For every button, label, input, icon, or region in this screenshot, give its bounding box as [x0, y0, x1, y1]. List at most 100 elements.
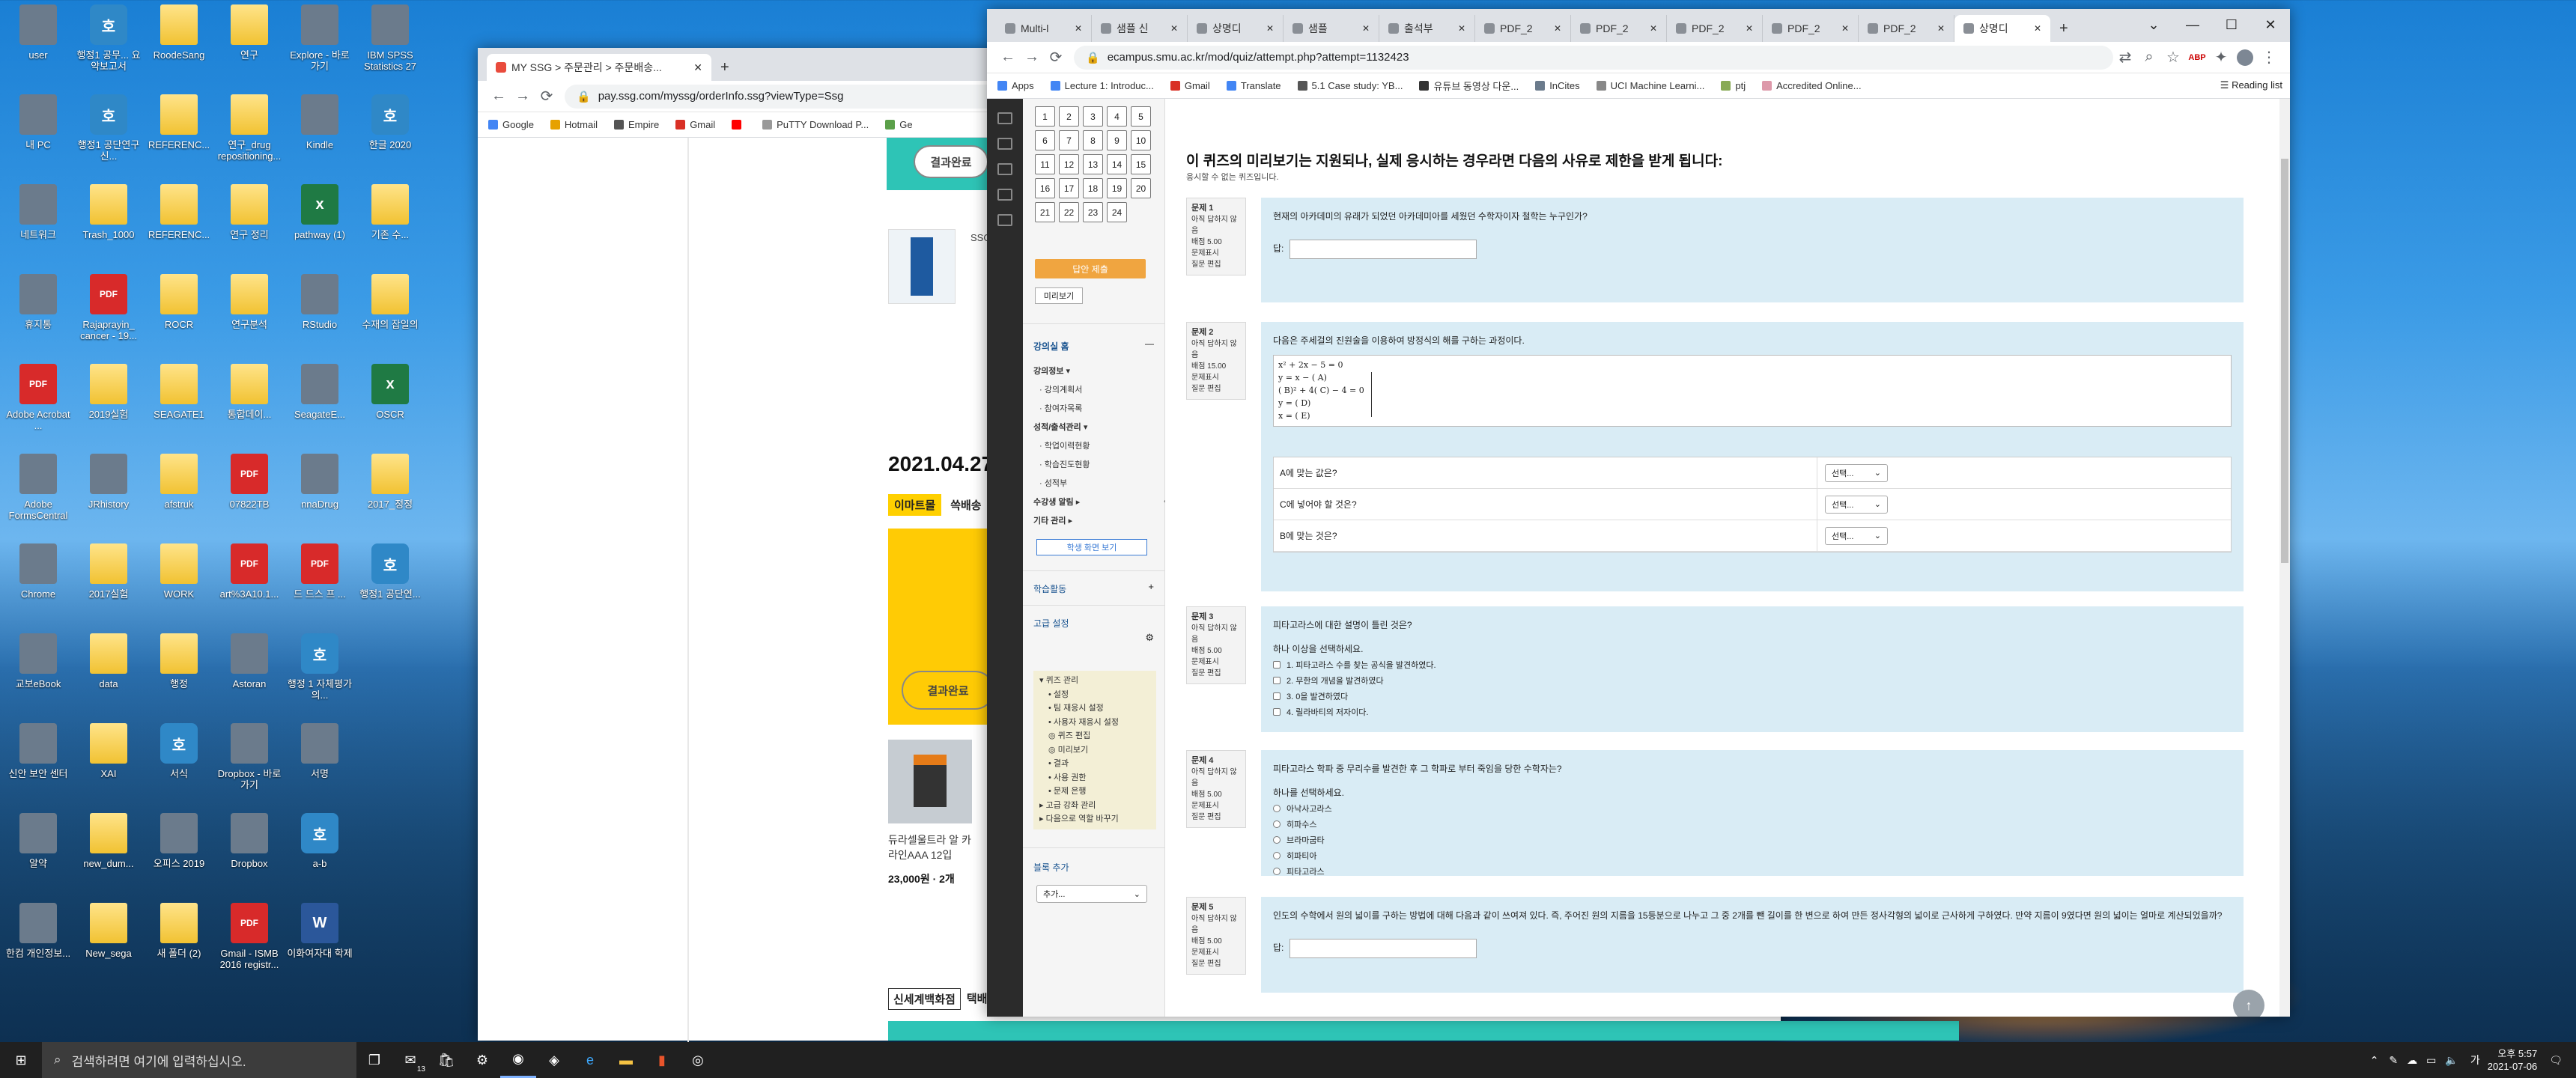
course-menu-item[interactable]: · 참여자목록	[1033, 400, 1090, 418]
desktop-icon[interactable]: new_dum...	[73, 813, 144, 897]
desktop-icon[interactable]: x OSCR	[355, 364, 425, 448]
taskbar-search[interactable]: ⌕ 검색하려면 여기에 입력하십시오.	[42, 1042, 356, 1078]
desktop-icon[interactable]: 교보eBook	[3, 633, 73, 717]
bookmark-item[interactable]: Apps	[997, 80, 1034, 91]
option-row[interactable]: 2. 무한의 개념을 발견하였다	[1273, 674, 2232, 686]
question-meta[interactable]: 질문 편집	[1191, 259, 1241, 270]
collapse-icon[interactable]: —	[1145, 338, 1154, 349]
desktop-icon[interactable]: 알약	[3, 813, 73, 897]
scroll-top-icon[interactable]: ↑	[2233, 990, 2264, 1017]
quiz-admin-item[interactable]: • 결과	[1039, 757, 1150, 771]
chrome-icon[interactable]: ◉	[500, 1042, 536, 1078]
zoom-icon[interactable]: ⌕	[2137, 46, 2161, 70]
close-icon[interactable]: ✕	[1841, 23, 1849, 34]
desktop-icon[interactable]: 호 행정 1 자체평가의...	[285, 633, 355, 717]
desktop-icon[interactable]: 새 폴더 (2)	[144, 903, 214, 987]
quiz-nav-button[interactable]: 14	[1107, 154, 1127, 174]
quiz-admin-item[interactable]: • 문제 은행	[1039, 785, 1150, 799]
desktop-icon[interactable]: REFERENC...	[144, 184, 214, 268]
quiz-admin-item[interactable]: ◎ 퀴즈 편집	[1039, 729, 1150, 743]
desktop-icon[interactable]: JRhistory	[73, 454, 144, 538]
office-icon[interactable]: ▮	[644, 1042, 680, 1078]
desktop-icon[interactable]: 연구분석	[214, 274, 285, 358]
quiz-admin-item[interactable]: • 사용 권한	[1039, 771, 1150, 785]
scrollbar[interactable]	[2279, 99, 2290, 1017]
book-icon[interactable]	[997, 214, 1012, 226]
browser-tab[interactable]: 출석부 ✕	[1379, 15, 1475, 42]
ssg-tab[interactable]: MY SSG > 주문관리 > 주문배송... ✕	[487, 54, 711, 81]
gear-icon[interactable]: ⚙	[1145, 632, 1154, 644]
question-meta[interactable]: 질문 편집	[1191, 811, 1241, 823]
message-icon[interactable]	[997, 189, 1012, 201]
radio-button[interactable]	[1273, 805, 1281, 812]
bookmark-item[interactable]: 5.1 Case study: YB...	[1297, 80, 1403, 91]
quiz-nav-button[interactable]: 15	[1131, 154, 1151, 174]
desktop-icon[interactable]: Chrome	[3, 543, 73, 627]
tray-cloud-icon[interactable]: ☁	[2407, 1054, 2417, 1067]
option-row[interactable]: 아낙사고라스	[1273, 803, 2232, 814]
close-icon[interactable]: ✕	[1746, 23, 1753, 34]
quiz-admin-item[interactable]: ▸ 고급 강좌 관리	[1039, 799, 1150, 813]
close-icon[interactable]: ✕	[693, 61, 702, 74]
bookmark-youtube[interactable]	[732, 120, 746, 130]
student-view-button[interactable]: 학생 화면 보기	[1036, 539, 1147, 555]
quiz-nav-button[interactable]: 24	[1107, 202, 1127, 222]
quiz-nav-button[interactable]: 18	[1083, 178, 1103, 198]
quiz-nav-button[interactable]: 10	[1131, 130, 1151, 150]
option-row[interactable]: 4. 릴라바티의 저자이다.	[1273, 706, 2232, 718]
minimize-icon[interactable]: —	[2173, 13, 2212, 36]
course-menu-item[interactable]: 기타 관리 ▸	[1033, 512, 1090, 531]
tray-pen-icon[interactable]: ✎	[2389, 1054, 2398, 1067]
store-icon[interactable]: 🛍	[428, 1042, 464, 1078]
ssg-result-button-mid[interactable]: 결과완료	[902, 671, 994, 710]
desktop-icon[interactable]: 호 행정1 공단연구 신...	[73, 94, 144, 178]
desktop-icon[interactable]: PDF Gmail - ISMB 2016 registr...	[214, 903, 285, 987]
desktop-icon[interactable]: New_sega	[73, 903, 144, 987]
quiz-nav-button[interactable]: 1	[1035, 106, 1055, 127]
mail-icon[interactable]: ✉ 13	[392, 1042, 428, 1078]
desktop-icon[interactable]: nnaDrug	[285, 454, 355, 538]
desktop-icon[interactable]: Explore - 바로 가기	[285, 4, 355, 88]
close-icon[interactable]: ✕	[1458, 23, 1465, 34]
option-row[interactable]: 히파수스	[1273, 818, 2232, 830]
option-row[interactable]: 1. 피타고라스 수를 찾는 공식을 발견하였다.	[1273, 659, 2232, 671]
browser-tab[interactable]: 상명디 ✕	[1188, 15, 1284, 42]
checkbox[interactable]	[1273, 692, 1281, 700]
option-row[interactable]: 히파티아	[1273, 850, 2232, 862]
network-icon[interactable]: ▭	[2426, 1054, 2436, 1067]
quiz-nav-button[interactable]: 9	[1107, 130, 1127, 150]
browser-tab[interactable]: 상명디 ✕	[1954, 15, 2050, 42]
desktop-icon[interactable]: 호 행정1 공무... 요약보고서	[73, 4, 144, 88]
bookmark-item[interactable]: InCites	[1535, 80, 1580, 91]
quiz-admin-item[interactable]: • 팀 재응시 설정	[1039, 701, 1150, 716]
option-row[interactable]: 피타고라스	[1273, 865, 2232, 877]
bookmark-item[interactable]: 유튜브 동영상 다운...	[1419, 79, 1519, 93]
bookmark-item[interactable]: Gmail	[1170, 80, 1210, 91]
browser-tab[interactable]: PDF_2 ✕	[1667, 15, 1763, 42]
desktop-icon[interactable]: 서명	[285, 723, 355, 807]
moodle-url-field[interactable]: 🔒 ecampus.smu.ac.kr/mod/quiz/attempt.php?…	[1074, 45, 2113, 70]
desktop-icon[interactable]: 2017실험	[73, 543, 144, 627]
plus-icon[interactable]: +	[1148, 581, 1154, 592]
desktop-icon[interactable]: ROCR	[144, 274, 214, 358]
quiz-admin-item[interactable]: ▾ 퀴즈 관리	[1039, 674, 1150, 688]
answer-input[interactable]	[1289, 240, 1477, 259]
quiz-admin-item[interactable]: • 설정	[1039, 688, 1150, 702]
radio-button[interactable]	[1273, 868, 1281, 875]
reload-icon[interactable]: ⟳	[535, 85, 559, 109]
quiz-nav-button[interactable]: 13	[1083, 154, 1103, 174]
course-menu-item[interactable]: 성적/출석관리 ▾	[1033, 418, 1090, 437]
quiz-nav-button[interactable]: 11	[1035, 154, 1055, 174]
question-meta[interactable]: 문제표시	[1191, 947, 1241, 958]
quiz-nav-button[interactable]: 21	[1035, 202, 1055, 222]
menu-icon[interactable]: ⋮	[2257, 46, 2281, 70]
desktop-icon[interactable]: 호 행정1 공단연...	[355, 543, 425, 627]
quiz-nav-button[interactable]: 16	[1035, 178, 1055, 198]
browser-tab[interactable]: 샘플 신 ✕	[1092, 15, 1188, 42]
answer-select[interactable]: 선택... ⌄	[1825, 463, 1888, 482]
files-icon[interactable]	[997, 163, 1012, 175]
bookmark-ge[interactable]: Ge	[885, 119, 913, 130]
quiz-nav-button[interactable]: 22	[1059, 202, 1079, 222]
profile-avatar[interactable]	[2233, 46, 2257, 70]
desktop-icon[interactable]: 호 한글 2020	[355, 94, 425, 178]
